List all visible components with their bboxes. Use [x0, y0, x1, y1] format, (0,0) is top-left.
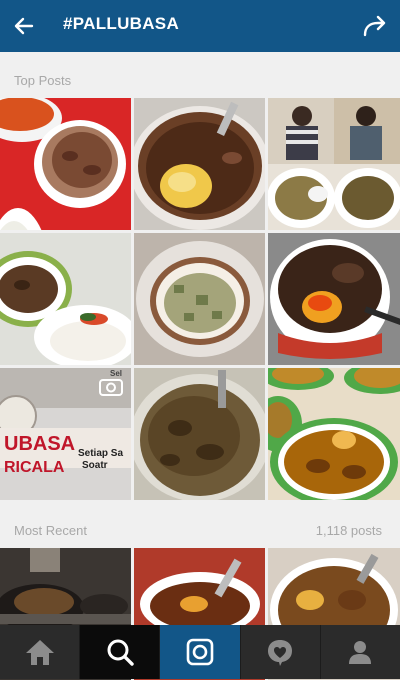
nav-camera[interactable] — [160, 625, 241, 679]
bottom-navigation — [0, 625, 400, 679]
post-thumbnail[interactable] — [134, 98, 265, 230]
banner-corner-text: Sel — [110, 369, 122, 378]
post-count: 1,118 posts — [315, 523, 382, 538]
nav-profile[interactable] — [321, 625, 400, 679]
search-icon — [107, 639, 134, 666]
home-icon — [25, 640, 54, 665]
camera-icon — [186, 638, 214, 666]
page-title: #PALLUBASA — [63, 14, 180, 33]
post-thumbnail[interactable] — [268, 368, 400, 500]
nav-activity[interactable] — [241, 625, 321, 679]
arrow-left-icon[interactable] — [10, 12, 38, 40]
banner-small-text: Setiap Sa — [78, 448, 123, 459]
most-recent-label: Most Recent — [14, 523, 87, 538]
post-thumbnail[interactable] — [134, 368, 265, 500]
profile-icon — [349, 641, 372, 664]
banner-text-sub: RICALA — [4, 459, 65, 476]
top-posts-grid: UBASA RICALA Setiap Sa Soatr Sel — [0, 98, 400, 500]
banner-small-text: Soatr — [82, 460, 108, 471]
banner-text-main: UBASA — [4, 433, 75, 455]
post-thumbnail[interactable] — [268, 233, 400, 365]
activity-heart-icon — [268, 640, 293, 666]
nav-home[interactable] — [0, 625, 81, 679]
post-thumbnail[interactable] — [268, 98, 400, 230]
post-thumbnail[interactable] — [134, 233, 265, 365]
post-thumbnail[interactable] — [0, 98, 131, 230]
post-thumbnail[interactable] — [0, 233, 131, 365]
share-arrow-icon[interactable] — [360, 12, 388, 40]
post-thumbnail[interactable]: UBASA RICALA Setiap Sa Soatr Sel — [0, 368, 131, 500]
top-bar: #PALLUBASA — [0, 0, 400, 52]
nav-search[interactable] — [80, 625, 161, 679]
top-posts-label: Top Posts — [14, 73, 72, 88]
